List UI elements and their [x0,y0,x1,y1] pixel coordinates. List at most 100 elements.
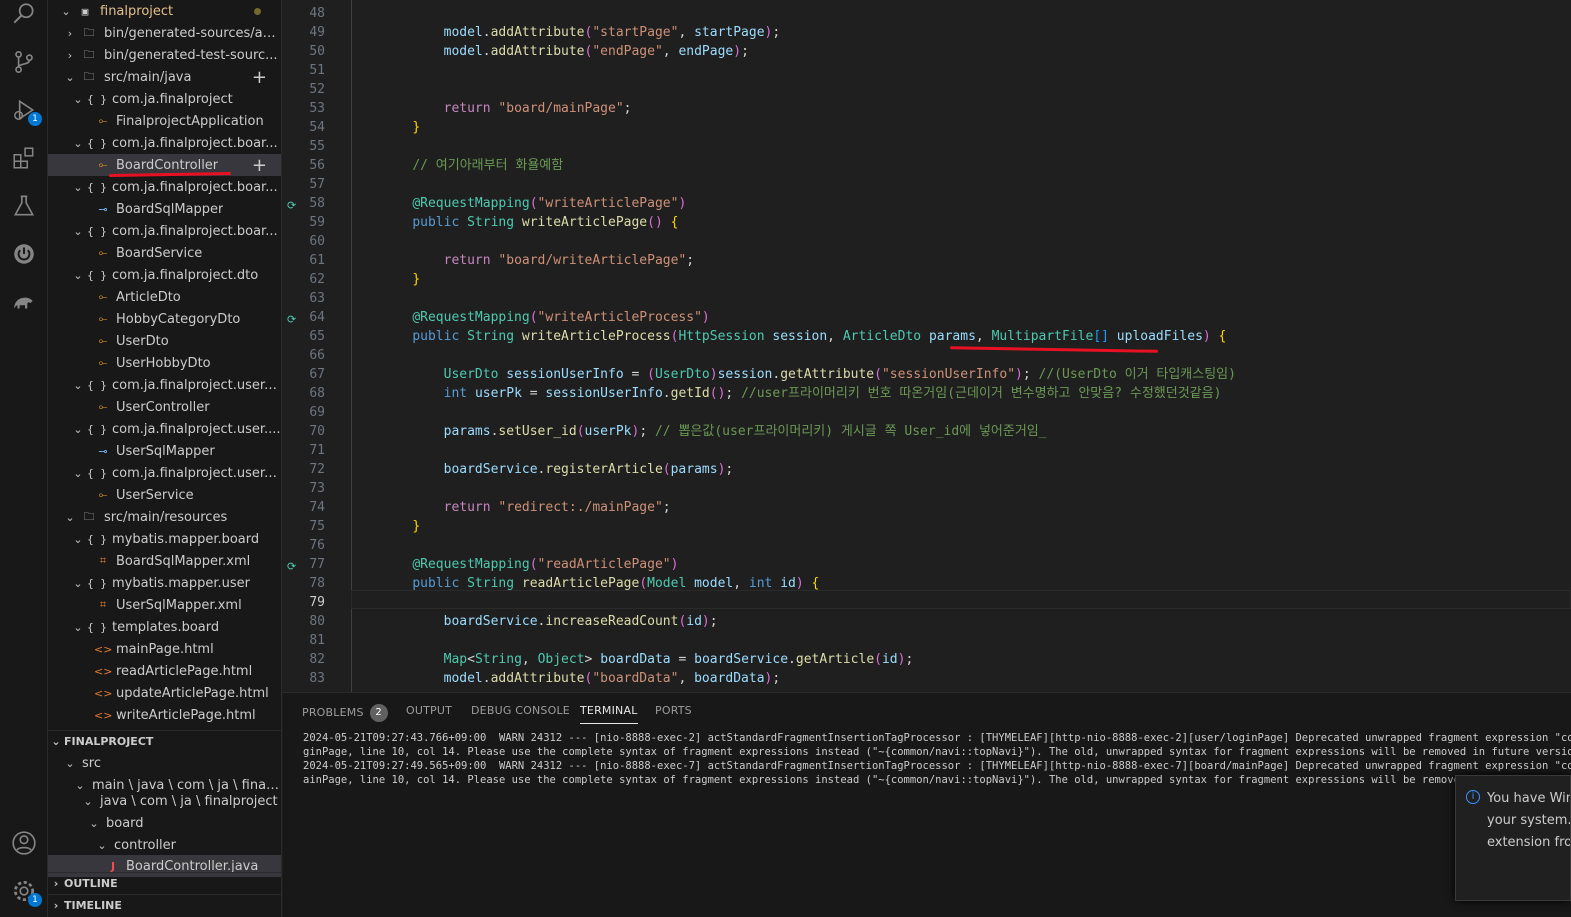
code-line[interactable]: 49 model.addAttribute("startPage", start… [283,23,1571,42]
tree-item[interactable]: ⌄ { } com.ja.finalproject [48,88,281,110]
code-line[interactable]: 56 // 여기아래부터 화욜예함 [283,156,1571,175]
extensions-icon[interactable] [10,144,38,172]
gradle-elephant-icon[interactable] [10,288,38,316]
interface-icon: ⊸ [98,202,108,216]
tree-item-label: UserService [116,487,194,503]
tree-item[interactable]: <> readArticlePage.html [48,660,281,682]
tree-item[interactable]: ⟜ HobbyCategoryDto [48,308,281,330]
code-line[interactable]: ⟳ 64 @RequestMapping("writeArticleProcess… [283,308,1571,327]
code-line[interactable]: 65 public String writeArticleProcess(Htt… [283,327,1571,346]
tree-item[interactable]: › 🗀 bin/generated-sources/an... [48,22,281,44]
tree-item[interactable]: ⌄ { } com.ja.finalproject.user.... [48,418,281,440]
tree-item[interactable]: ⌄ { } templates.board [48,616,281,638]
code-line[interactable]: 76 [283,536,1571,555]
folder-row-board[interactable]: ⌄ board [48,812,281,834]
source-control-icon[interactable] [10,48,38,76]
code-line[interactable]: 67 UserDto sessionUserInfo = (UserDto)se… [283,365,1571,384]
folders-section-header[interactable]: ⌄ FINALPROJECT [48,730,281,752]
tree-item[interactable]: ⟜ BoardService [48,242,281,264]
tree-item[interactable]: ⊸ UserSqlMapper [48,440,281,462]
tree-item[interactable]: <> updateArticlePage.html [48,682,281,704]
tab-terminal[interactable]: TERMINAL [580,704,638,724]
folder-row-controller[interactable]: ⌄ controller [48,834,281,856]
folder-icon: 🗀 [83,509,95,523]
code-line[interactable]: 78 public String readArticlePage(Model m… [283,574,1571,593]
tree-item[interactable]: ⌄ { } com.ja.finalproject.boar... [48,176,281,198]
spring-boot-icon[interactable] [10,240,38,268]
tree-item[interactable]: ⌄ { } com.ja.finalproject.user.s... [48,462,281,484]
code-line[interactable]: 54 } [283,118,1571,137]
settings-gear-icon[interactable]: 1 [10,877,42,907]
tree-item[interactable]: ⟜ UserService [48,484,281,506]
code-line[interactable]: 55 [283,137,1571,156]
tree-item[interactable]: ⌗ UserSqlMapper.xml [48,594,281,616]
tree-item[interactable]: › 🗀 bin/generated-test-sourc... [48,44,281,66]
code-line[interactable]: 48 [283,4,1571,23]
folder-row-src[interactable]: ⌄ src [48,752,281,774]
folder-row-java-com-ja[interactable]: ⌄ java \ com \ ja \ finalproject [48,790,281,812]
tab-ports[interactable]: PORTS [655,704,692,717]
tree-item[interactable]: <> writeArticlePage.html [48,704,281,726]
tree-item[interactable]: ⌄ { } com.ja.finalproject.user.c... [48,374,281,396]
tree-item[interactable]: ⟜ UserHobbyDto [48,352,281,374]
tree-item[interactable]: ⟜ UserDto [48,330,281,352]
code-line[interactable]: 71 [283,441,1571,460]
code-line[interactable]: 75 } [283,517,1571,536]
account-icon[interactable] [10,829,38,857]
code-line[interactable]: 81 [283,631,1571,650]
code-line[interactable]: 72 boardService.registerArticle(params); [283,460,1571,479]
code-line[interactable]: ⟳ 58 @RequestMapping("writeArticlePage") [283,194,1571,213]
package-icon: { } [87,422,107,436]
code-line[interactable]: 63 [283,289,1571,308]
tab-problems[interactable]: PROBLEMS 2 [302,704,388,722]
tree-item[interactable]: ⌄ { } com.ja.finalproject.dto [48,264,281,286]
tree-item[interactable]: ⟜ ArticleDto [48,286,281,308]
tree-item-label: com.ja.finalproject.dto [112,267,259,283]
code-line[interactable]: 66 [283,346,1571,365]
add-icon[interactable]: + [252,67,267,88]
code-line[interactable]: 57 [283,175,1571,194]
tree-item[interactable]: ⌄ 🗀 src/main/resources [48,506,281,528]
code-line[interactable]: 74 return "redirect:./mainPage"; [283,498,1571,517]
tree-item[interactable]: ⟜ FinalprojectApplication [48,110,281,132]
code-line[interactable]: 70 params.setUser_id(userPk); // 뽑은값(use… [283,422,1571,441]
tree-item[interactable]: ⊸ BoardSqlMapper [48,198,281,220]
search-icon[interactable] [10,0,38,28]
tree-item[interactable]: <> mainPage.html [48,638,281,660]
code-line[interactable]: 53 return "board/mainPage"; [283,99,1571,118]
code-line[interactable]: 73 [283,479,1571,498]
timeline-section-header[interactable]: › TIMELINE [48,894,281,916]
code-line[interactable]: 61 return "board/writeArticlePage"; [283,251,1571,270]
code-line[interactable]: ⟳ 77 @RequestMapping("readArticlePage") [283,555,1571,574]
folder-label: java \ com \ ja \ finalproject [100,793,278,809]
tree-item[interactable]: ⌄ 🗀 src/main/java + [48,66,281,88]
tree-item[interactable]: ⟜ UserController [48,396,281,418]
notification-toast[interactable]: i You have Wind your system. D extension… [1455,775,1571,901]
outline-section-header[interactable]: › OUTLINE [48,872,281,894]
tree-item[interactable]: ⌗ BoardSqlMapper.xml [48,550,281,572]
code-editor[interactable]: 48 49 model.addAttribute("startPage", sta… [283,0,1571,692]
testing-flask-icon[interactable] [10,192,38,220]
tree-item[interactable]: ⌄ { } com.ja.finalproject.boar... [48,132,281,154]
code-line[interactable]: 51 [283,61,1571,80]
tab-output[interactable]: OUTPUT [406,704,452,717]
tree-item[interactable]: ⌄ { } com.ja.finalproject.boar... [48,220,281,242]
code-line[interactable]: 50 model.addAttribute("endPage", endPage… [283,42,1571,61]
code-line[interactable]: 80 boardService.increaseReadCount(id); [283,612,1571,631]
tree-item[interactable]: ⌄ { } mybatis.mapper.user [48,572,281,594]
run-debug-icon[interactable]: 1 [10,96,42,126]
tree-item[interactable]: ⌄ ▣ finalproject [48,0,281,22]
code-line[interactable]: 79 [283,593,1571,612]
tab-debug-console[interactable]: DEBUG CONSOLE [471,704,570,717]
code-line[interactable]: 83 model.addAttribute("boardData", board… [283,669,1571,688]
code-line[interactable]: 68 int userPk = sessionUserInfo.getId();… [283,384,1571,403]
code-line[interactable]: 62 } [283,270,1571,289]
code-line[interactable]: 82 Map<String, Object> boardData = board… [283,650,1571,669]
code-line[interactable]: 59 public String writeArticlePage() { [283,213,1571,232]
code-line[interactable]: 52 [283,80,1571,99]
code-line[interactable]: 60 [283,232,1571,251]
line-number: 51 [309,63,325,78]
add-icon[interactable]: + [252,155,267,176]
tree-item[interactable]: ⌄ { } mybatis.mapper.board [48,528,281,550]
code-line[interactable]: 69 [283,403,1571,422]
